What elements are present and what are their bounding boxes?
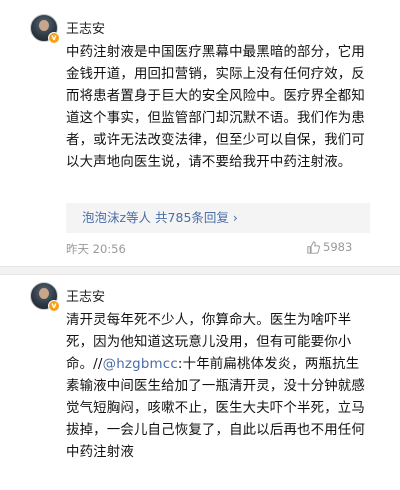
weibo-post-1: v 王志安 中药注射液是中国医疗黑幕中最黑暗的部分，它用金钱开道，用回扣营销，实… (0, 0, 400, 272)
weibo-post-2: v 王志安 清开灵每年死不少人，你算命大。医生为啥吓半死，因为他知道这玩意儿没用… (0, 272, 400, 490)
username[interactable]: 王志安 (66, 18, 105, 37)
post-time: 昨天 20:56 (66, 242, 126, 256)
post-content: 中药注射液是中国医疗黑幕中最黑暗的部分，它用金钱开道，用回扣营销，实际上没有任何… (66, 45, 365, 170)
verified-badge-icon: v (48, 300, 60, 312)
like-count: 5983 (323, 240, 353, 254)
post-content: 清开灵每年死不少人，你算命大。医生为啥吓半死，因为他知道这玩意儿没用，但有可能要… (66, 310, 366, 464)
avatar-face (39, 20, 49, 31)
thumbs-up-icon (307, 241, 320, 254)
username[interactable]: 王志安 (66, 286, 105, 305)
chevron-right-icon: › (232, 210, 238, 225)
replies-text: 泡泡沫z等人 共785条回复 (82, 210, 229, 225)
verified-badge-icon: v (48, 32, 60, 44)
like-button[interactable]: 5983 (307, 240, 352, 254)
avatar-face (39, 288, 49, 299)
replies-link[interactable]: 泡泡沫z等人 共785条回复 › (66, 203, 370, 233)
mention-link[interactable]: @hzgbmcc (103, 357, 178, 372)
content-text-continued: :十年前扁桃体发炎，两瓶抗生素输液中间医生给加了一瓶清开灵，没十分钟就感觉气短胸… (66, 357, 365, 460)
